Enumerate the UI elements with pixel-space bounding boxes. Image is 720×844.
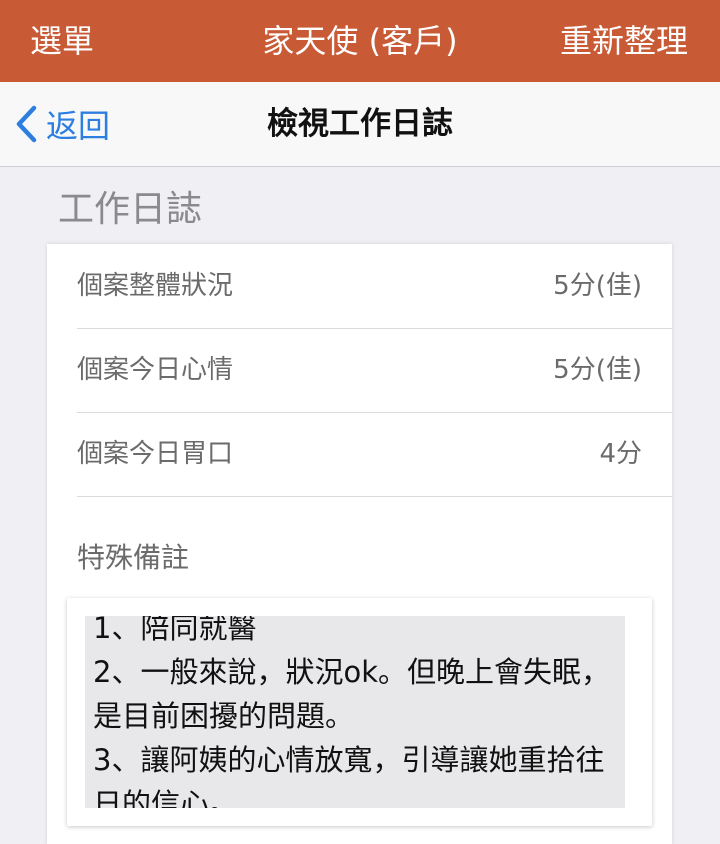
section-title: 工作日誌 — [58, 189, 203, 230]
row-label: 個案今日心情 — [77, 355, 234, 385]
refresh-button[interactable]: 重新整理 — [560, 0, 688, 82]
navigation-bar: 檢視工作日誌 返回 — [0, 82, 720, 167]
special-notes-text-area[interactable]: 1、陪同就醫 2、一般來說，狀況ok。但晚上會失眠，是目前困擾的問題。 3、讓阿… — [85, 616, 625, 808]
row-value: 4分 — [599, 439, 642, 469]
top-app-bar: 家天使 (客戶) 選單 重新整理 — [0, 0, 720, 82]
back-button[interactable]: 返回 — [14, 82, 110, 166]
special-notes-label: 特殊備註 — [77, 541, 190, 574]
special-notes-text: 1、陪同就醫 2、一般來說，狀況ok。但晚上會失眠，是目前困擾的問題。 3、讓阿… — [93, 616, 610, 808]
today-mood-row: 個案今日心情 5分(佳) — [77, 328, 672, 413]
menu-button[interactable]: 選單 — [30, 0, 94, 82]
row-label: 個案今日胃口 — [77, 439, 234, 469]
back-label: 返回 — [46, 107, 111, 145]
overall-condition-row: 個案整體狀況 5分(佳) — [77, 244, 672, 329]
row-label: 個案整體狀況 — [77, 271, 234, 301]
today-appetite-row: 個案今日胃口 4分 — [77, 412, 672, 497]
chevron-left-icon — [16, 105, 37, 143]
row-value: 5分(佳) — [553, 271, 642, 301]
row-value: 5分(佳) — [553, 355, 642, 385]
work-log-card: 個案整體狀況 5分(佳) 個案今日心情 5分(佳) 個案今日胃口 4分 特殊備註… — [47, 244, 672, 844]
special-notes-box[interactable]: 1、陪同就醫 2、一般來說，狀況ok。但晚上會失眠，是目前困擾的問題。 3、讓阿… — [67, 598, 652, 826]
